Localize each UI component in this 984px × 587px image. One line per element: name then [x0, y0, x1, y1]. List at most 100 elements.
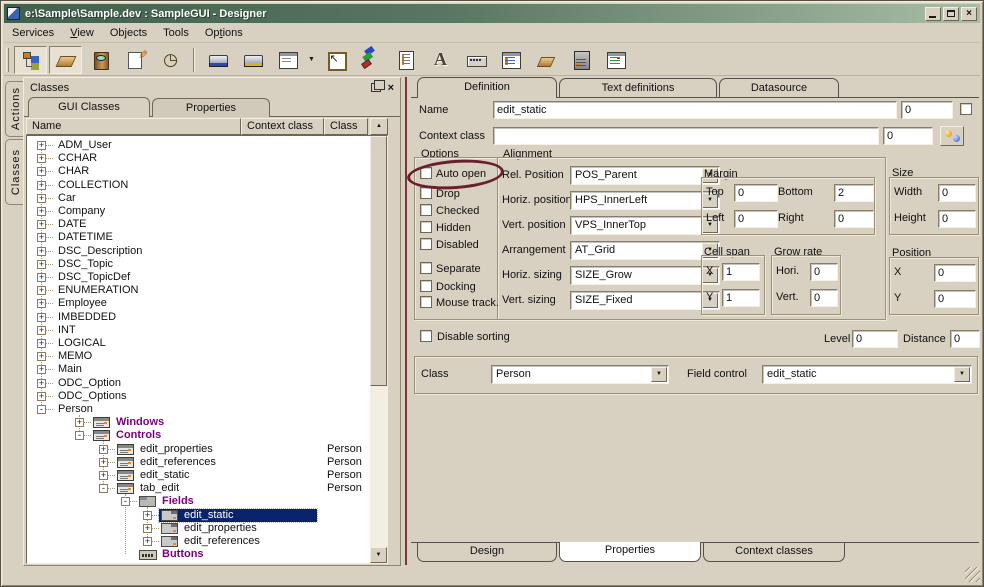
tab-definition[interactable]: Definition	[417, 77, 557, 98]
tree-item-edit-static[interactable]: +edit_static	[27, 509, 370, 522]
drop-checkbox[interactable]	[420, 187, 432, 199]
expand-icon[interactable]: +	[143, 524, 152, 533]
expand-icon[interactable]: +	[37, 379, 46, 388]
window-export-button[interactable]	[319, 46, 352, 74]
grow-rate-vert-input[interactable]: 0	[810, 289, 838, 307]
button-widget-button[interactable]	[459, 46, 492, 74]
expand-icon[interactable]: +	[143, 511, 152, 520]
vert-sizing-dropdown[interactable]: SIZE_Fixed▼	[570, 291, 720, 310]
tree-item-edit-references[interactable]: +edit_references	[27, 535, 370, 548]
dock-tab-actions[interactable]: Actions	[5, 81, 25, 137]
tree-item-windows[interactable]: +Windows	[27, 416, 370, 429]
dialog-button[interactable]	[599, 46, 632, 74]
close-button[interactable]: ×	[961, 7, 977, 21]
margin-bottom-input[interactable]: 2	[834, 184, 874, 202]
tab-context-classes[interactable]: Context classes	[703, 543, 845, 562]
docking-checkbox[interactable]	[420, 280, 432, 292]
distance-input[interactable]: 0	[950, 330, 980, 348]
horiz-position-dropdown[interactable]: HPS_InnerLeft▼	[570, 191, 720, 210]
tree-item-company[interactable]: +Company	[27, 205, 370, 218]
classes-tab-properties[interactable]: Properties	[152, 98, 270, 117]
context-class-input[interactable]	[493, 127, 879, 145]
class-dropdown[interactable]: Person ▼	[491, 365, 669, 384]
panel-close-icon[interactable]: ×	[388, 83, 394, 93]
disable-sorting-checkbox[interactable]	[420, 330, 432, 342]
expand-icon[interactable]: +	[37, 167, 46, 176]
expand-icon[interactable]: +	[37, 181, 46, 190]
vertical-scrollbar[interactable]: ▼	[370, 136, 387, 563]
collapse-icon[interactable]: -	[121, 497, 130, 506]
name-input[interactable]: edit_static	[493, 101, 897, 119]
expand-icon[interactable]: +	[99, 471, 108, 480]
tree-item-edit-static[interactable]: +edit_staticPerson	[27, 469, 370, 482]
float-panel-icon[interactable]	[371, 83, 381, 92]
classes-tab-gui-classes[interactable]: GUI Classes	[28, 97, 150, 117]
collapse-icon[interactable]: -	[37, 405, 46, 414]
size-height-input[interactable]: 0	[938, 210, 976, 228]
menu-options[interactable]: Options	[197, 24, 251, 42]
expand-icon[interactable]: +	[37, 154, 46, 163]
field-control-dropdown[interactable]: edit_static ▼	[762, 365, 972, 384]
panel-splitter[interactable]	[405, 77, 407, 565]
tree-item-date[interactable]: +DATE	[27, 218, 370, 231]
collapse-icon[interactable]: -	[99, 484, 108, 493]
tab-design[interactable]: Design	[417, 543, 557, 562]
expand-icon[interactable]: +	[75, 418, 84, 427]
tree-item-collection[interactable]: +COLLECTION	[27, 179, 370, 192]
server-button[interactable]	[564, 46, 597, 74]
tree-item-dsc-description[interactable]: +DSC_Description	[27, 245, 370, 258]
tree-item-cchar[interactable]: +CCHAR	[27, 152, 370, 165]
horiz-sizing-dropdown[interactable]: SIZE_Grow▼	[570, 266, 720, 285]
eraser-button[interactable]	[49, 46, 82, 74]
expand-icon[interactable]: +	[37, 326, 46, 335]
tree-item-dsc-topic[interactable]: +DSC_Topic	[27, 258, 370, 271]
position-x-input[interactable]: 0	[934, 264, 976, 282]
rel-position-dropdown[interactable]: POS_Parent▼	[570, 166, 720, 185]
grow-rate-hori-input[interactable]: 0	[810, 263, 838, 281]
arrangement-dropdown[interactable]: AT_Grid▼	[570, 241, 720, 260]
tree-item-person[interactable]: -Person	[27, 403, 370, 416]
tree-item-buttons[interactable]: Buttons	[27, 548, 370, 561]
column-header-class[interactable]: Class	[324, 118, 368, 135]
margin-left-input[interactable]: 0	[734, 210, 778, 228]
disabled-checkbox[interactable]	[420, 238, 432, 250]
clock-button[interactable]	[154, 46, 187, 74]
level-input[interactable]: 0	[852, 330, 898, 348]
margin-right-input[interactable]: 0	[834, 210, 874, 228]
eraser-small-button[interactable]	[529, 46, 562, 74]
expand-icon[interactable]: +	[37, 207, 46, 216]
classes-panel-header[interactable]: Classes ×	[25, 79, 399, 96]
hierarchy-button[interactable]	[14, 46, 47, 74]
tree-item-controls[interactable]: -Controls	[27, 429, 370, 442]
tree-item-odc-options[interactable]: +ODC_Options	[27, 390, 370, 403]
scroll-down-icon[interactable]: ▼	[370, 547, 387, 563]
expand-icon[interactable]: +	[37, 194, 46, 203]
tree-item-adm-user[interactable]: +ADM_User	[27, 139, 370, 152]
title-bar[interactable]: e:\Sample\Sample.dev : SampleGUI - Desig…	[4, 4, 980, 23]
toolbar-grip[interactable]	[6, 48, 9, 72]
expand-icon[interactable]: +	[37, 260, 46, 269]
auto-open-checkbox[interactable]	[420, 167, 432, 179]
margin-top-input[interactable]: 0	[734, 184, 778, 202]
report-button[interactable]	[389, 46, 422, 74]
tree-item-car[interactable]: +Car	[27, 192, 370, 205]
tab-properties[interactable]: Properties	[559, 542, 701, 562]
expand-icon[interactable]: +	[37, 220, 46, 229]
expand-icon[interactable]: +	[37, 286, 46, 295]
dropdown-arrow-icon[interactable]: ▼	[651, 367, 667, 382]
vert-position-dropdown[interactable]: VPS_InnerTop▼	[570, 216, 720, 235]
hidden-checkbox[interactable]	[420, 221, 432, 233]
font-button[interactable]	[424, 46, 457, 74]
form-window-dropdown-arrow-icon[interactable]: ▼	[305, 56, 318, 63]
separate-checkbox[interactable]	[420, 262, 432, 274]
expand-icon[interactable]: +	[37, 273, 46, 282]
tree-item-edit-references[interactable]: +edit_referencesPerson	[27, 456, 370, 469]
cell-span-y-input[interactable]: 1	[722, 289, 760, 307]
tab-text-definitions[interactable]: Text definitions	[559, 78, 717, 98]
scrollbar-thumb[interactable]	[370, 136, 387, 386]
checked-checkbox[interactable]	[420, 204, 432, 216]
tree-item-odc-option[interactable]: +ODC_Option	[27, 377, 370, 390]
context-class-picker-icon[interactable]	[940, 126, 964, 146]
menu-objects[interactable]: Objects	[102, 24, 155, 42]
expand-icon[interactable]: +	[37, 247, 46, 256]
